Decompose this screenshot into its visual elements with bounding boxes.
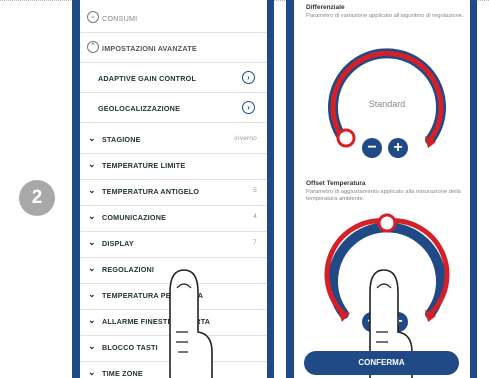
menu-label: CONSUMI	[102, 14, 138, 23]
menu-label: TIME ZONE	[102, 369, 143, 378]
menu-row-geolocalizzazione[interactable]: GEOLOCALIZZAZIONE ›	[80, 94, 267, 123]
menu-row-advanced[interactable]: ⌃ IMPOSTAZIONI AVANZATE	[80, 34, 267, 63]
menu-label: DISPLAY	[102, 239, 134, 248]
chevron-down-icon: ⌄	[88, 237, 96, 247]
menu-row-consumi[interactable]: ⌄ CONSUMI	[80, 4, 267, 33]
menu-label: STAGIONE	[102, 135, 141, 144]
menu-row-temperatura-antigelo[interactable]: ⌄ TEMPERATURA ANTIGELO 5	[80, 177, 267, 206]
menu-label: TEMPERATURA ANTIGELO	[102, 187, 200, 196]
minus-button[interactable]: −	[362, 138, 382, 158]
chevron-up-icon: ⌃	[87, 41, 99, 53]
menu-label: TEMPERATURE LIMITE	[102, 161, 186, 170]
menu-row-stagione[interactable]: ⌄ STAGIONE inverno	[80, 125, 267, 154]
menu-label: ADAPTIVE GAIN CONTROL	[98, 74, 197, 83]
chevron-down-icon: ⌄	[88, 133, 96, 143]
chevron-down-icon: ⌄	[88, 341, 96, 351]
menu-label: REGOLAZIONI	[102, 265, 155, 274]
menu-label: IMPOSTAZIONI AVANZATE	[102, 44, 197, 53]
menu-row-comunicazione[interactable]: ⌄ COMUNICAZIONE 4	[80, 203, 267, 232]
left-phone-screen: ⌄ CONSUMI ⌃ IMPOSTAZIONI AVANZATE ADAPTI…	[80, 0, 267, 378]
arrow-right-icon[interactable]: ›	[242, 71, 255, 84]
menu-row-temperature-limite[interactable]: ⌄ TEMPERATURE LIMITE	[80, 151, 267, 180]
menu-row-display[interactable]: ⌄ DISPLAY 7	[80, 229, 267, 258]
step-badge: 2	[19, 180, 55, 216]
offset-desc: Parametro di aggiustamento applicato all…	[306, 189, 461, 202]
right-phone-screen: Differenziale Parametro di variazione ap…	[294, 0, 470, 378]
chevron-down-icon: ⌄	[88, 263, 96, 273]
chevron-down-icon: ⌄	[87, 11, 99, 23]
arrow-right-icon[interactable]: ›	[242, 101, 255, 114]
chevron-down-icon: ⌄	[88, 289, 96, 299]
tap-finger-icon	[169, 269, 213, 378]
menu-value: 7	[253, 239, 257, 246]
differenziale-desc: Parametro di variazione applicato all'al…	[306, 13, 464, 19]
chevron-down-icon: ⌄	[88, 159, 96, 169]
differenziale-title: Differenziale	[306, 4, 345, 11]
chevron-down-icon: ⌄	[88, 315, 96, 325]
confirm-button[interactable]: CONFERMA	[304, 351, 459, 375]
menu-label: GEOLOCALIZZAZIONE	[98, 104, 181, 113]
offset-title: Offset Temperatura	[306, 180, 366, 187]
menu-row-adaptive-gain[interactable]: ADAPTIVE GAIN CONTROL ›	[80, 64, 267, 93]
right-phone-frame: Differenziale Parametro di variazione ap…	[286, 0, 477, 378]
menu-value: inverno	[234, 135, 257, 142]
differenziale-value: Standard	[368, 99, 406, 109]
left-phone-frame: ⌄ CONSUMI ⌃ IMPOSTAZIONI AVANZATE ADAPTI…	[72, 0, 274, 378]
chevron-down-icon: ⌄	[88, 185, 96, 195]
plus-button[interactable]: +	[388, 138, 408, 158]
chevron-down-icon: ⌄	[88, 367, 96, 377]
menu-value: 4	[253, 213, 257, 220]
menu-label: COMUNICAZIONE	[102, 213, 167, 222]
menu-value: 5	[253, 187, 257, 194]
chevron-down-icon: ⌄	[88, 211, 96, 221]
